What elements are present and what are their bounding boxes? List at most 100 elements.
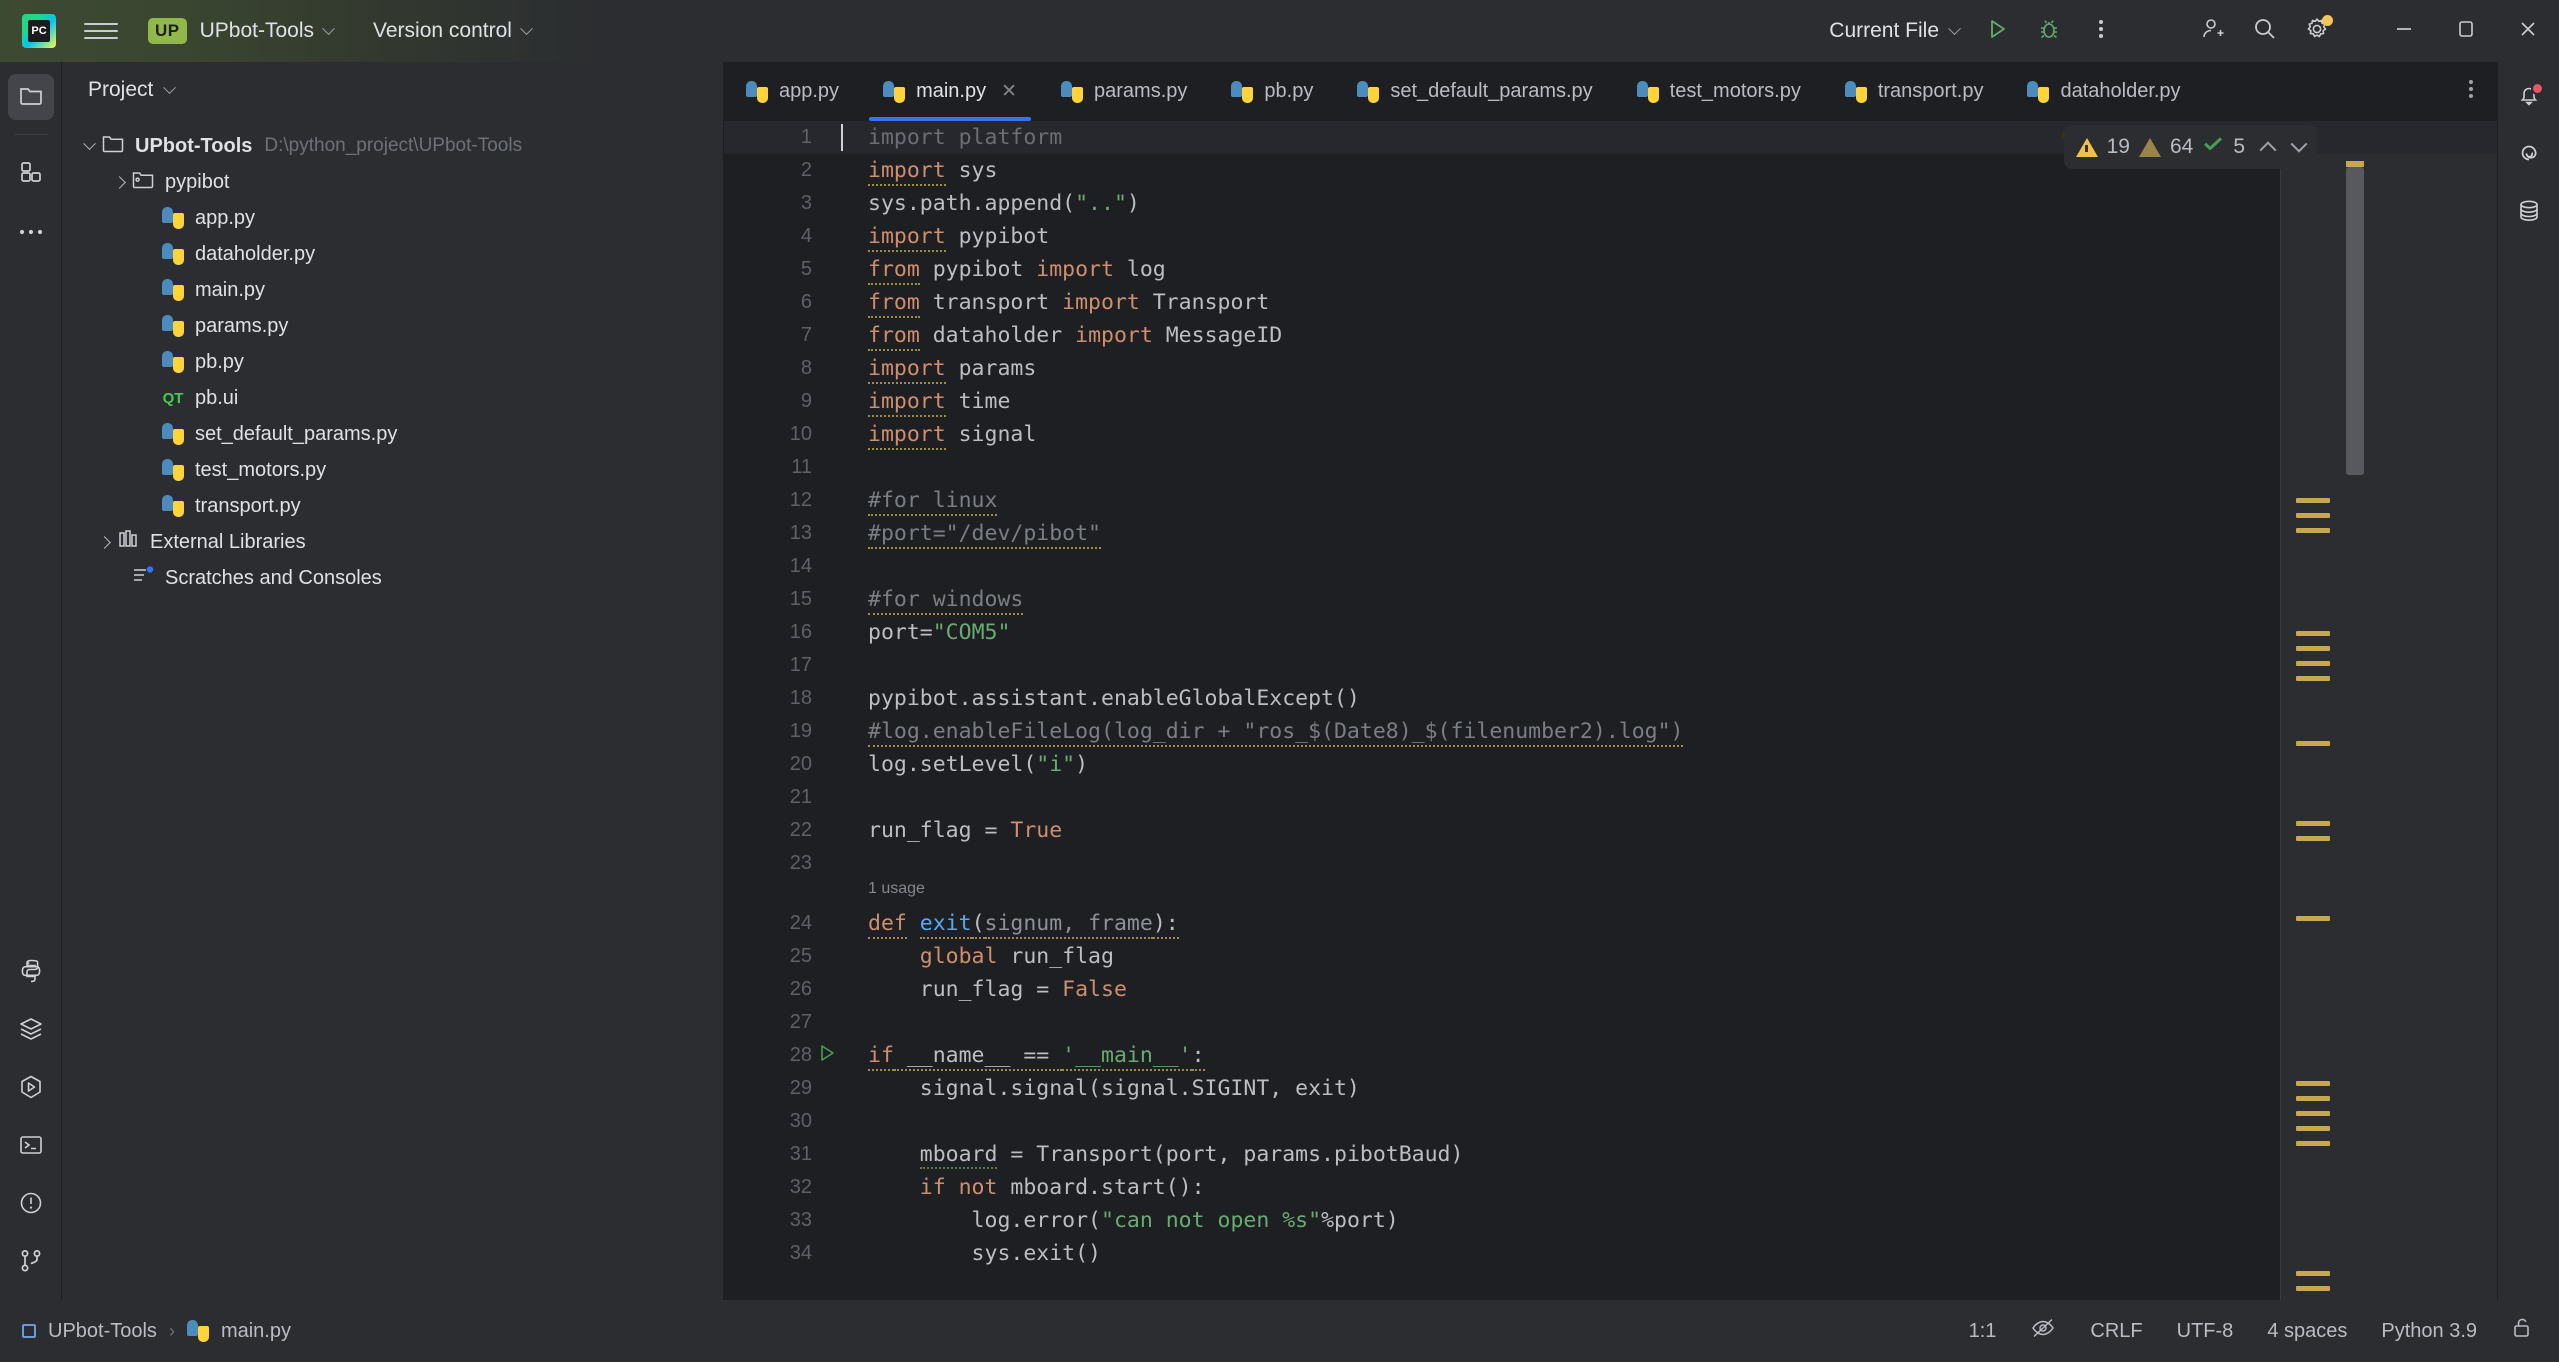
tree-item-scratches-and-consoles[interactable]: Scratches and Consoles [62,560,724,596]
file-encoding[interactable]: UTF-8 [2177,1320,2234,1343]
tab-pb-py[interactable]: pb.py [1209,62,1335,121]
usage-inlay-hint[interactable]: 1 usage [868,880,925,898]
code-line[interactable]: 19#log.enableFileLog(log_dir + "ros_$(Da… [724,715,2497,748]
search-everywhere-button[interactable] [2239,5,2291,57]
intention-lightbulb-icon[interactable] [854,158,878,182]
chevron-down-icon[interactable] [78,135,100,157]
hamburger-menu-icon[interactable] [84,14,118,48]
tree-item-pb-py[interactable]: pb.py [62,344,724,380]
tab-params-py[interactable]: params.py [1039,62,1209,121]
stripe-warning-mark[interactable] [2296,1271,2330,1276]
code-line[interactable]: 7from dataholder import MessageID [724,319,2497,352]
code-line[interactable]: 9import time [724,385,2497,418]
breadcrumb-project[interactable]: UPbot-Tools [48,1320,157,1343]
stripe-warning-mark[interactable] [2296,528,2330,533]
code-line[interactable]: 27 [724,1006,2497,1039]
code-line[interactable]: 17 [724,649,2497,682]
code-line[interactable]: 25 global run_flag [724,940,2497,973]
tree-item-set-default-params-py[interactable]: set_default_params.py [62,416,724,452]
stripe-warning-mark[interactable] [2296,1081,2330,1086]
unlocked-padlock-icon[interactable] [2511,1316,2533,1346]
sidebar-item-problems[interactable] [8,1182,54,1228]
code-line[interactable]: 16port="COM5" [724,616,2497,649]
python-interpreter[interactable]: Python 3.9 [2381,1320,2477,1343]
minimize-window-button[interactable] [2373,0,2435,62]
code-line[interactable]: 33 log.error("can not open %s"%port) [724,1204,2497,1237]
indent-setting[interactable]: 4 spaces [2267,1320,2347,1343]
code-line[interactable]: 14 [724,550,2497,583]
code-line[interactable]: 18pypibot.assistant.enableGlobalExcept() [724,682,2497,715]
sidebar-item-database[interactable] [2506,190,2552,236]
stripe-warning-mark[interactable] [2296,916,2330,921]
stripe-warning-mark[interactable] [2296,631,2330,636]
code-line[interactable]: 29 signal.signal(signal.SIGINT, exit) [724,1072,2497,1105]
tree-item-external-libraries[interactable]: External Libraries [62,524,724,560]
tree-item-transport-py[interactable]: transport.py [62,488,724,524]
code-line[interactable]: 24def exit(signum, frame): [724,907,2497,940]
stripe-warning-mark[interactable] [2296,513,2330,518]
stripe-warning-mark[interactable] [2296,1111,2330,1116]
sidebar-item-terminal[interactable] [8,1124,54,1170]
code-line[interactable]: 10import signal [724,418,2497,451]
chevron-right-icon[interactable] [108,171,130,193]
sidebar-item-version-control[interactable] [8,1240,54,1286]
stripe-warning-mark[interactable] [2296,836,2330,841]
project-switcher[interactable]: UPbot-Tools [200,19,333,43]
vertical-scrollbar-thumb[interactable] [2346,167,2364,475]
code-line[interactable]: 12#for linux [724,484,2497,517]
stripe-warning-mark[interactable] [2296,661,2330,666]
chevron-down-icon[interactable] [2291,136,2308,153]
sidebar-item-commit[interactable] [8,151,54,197]
code-line[interactable]: 23 [724,847,2497,880]
code-line[interactable]: 26 run_flag = False [724,973,2497,1006]
code-line[interactable]: 4import pypibot [724,220,2497,253]
chevron-right-icon[interactable] [93,531,115,553]
code-line[interactable]: 5from pypibot import log [724,253,2497,286]
tree-item-pypibot[interactable]: pypibot [62,164,724,200]
sidebar-item-project[interactable] [8,74,54,120]
code-line[interactable]: 21 [724,781,2497,814]
code-line[interactable]: 3sys.path.append("..") [724,187,2497,220]
debug-button[interactable] [2023,5,2075,57]
tree-item-dataholder-py[interactable]: dataholder.py [62,236,724,272]
breadcrumb-file[interactable]: main.py [221,1320,291,1343]
code-line[interactable]: 13#port="/dev/pibot" [724,517,2497,550]
stripe-warning-mark[interactable] [2296,1096,2330,1101]
stripe-warning-mark[interactable] [2296,676,2330,681]
sidebar-item-ai-assistant[interactable] [2506,132,2552,178]
run-button[interactable] [1971,5,2023,57]
tab-test-motors-py[interactable]: test_motors.py [1615,62,1823,121]
sidebar-item-run[interactable] [8,1066,54,1112]
more-run-actions-button[interactable] [2075,5,2127,57]
share-project-button[interactable] [2187,5,2239,57]
tree-item-upbot-tools[interactable]: UPbot-ToolsD:\python_project\UPbot-Tools [62,128,724,164]
tab-app-py[interactable]: app.py [724,62,861,121]
stripe-warning-mark[interactable] [2296,821,2330,826]
run-configuration-selector[interactable]: Current File [1829,19,1959,43]
code-line[interactable]: 30 [724,1105,2497,1138]
line-separator[interactable]: CRLF [2090,1320,2142,1343]
code-line[interactable]: 8import params [724,352,2497,385]
inspections-widget[interactable]: 19 64 5 [2064,125,2317,169]
tree-item-test-motors-py[interactable]: test_motors.py [62,452,724,488]
code-line[interactable]: 6from transport import Transport [724,286,2497,319]
code-line[interactable]: 15#for windows [724,583,2497,616]
tab-main-py[interactable]: main.py✕ [861,62,1039,121]
caret-position[interactable]: 1:1 [1969,1320,1997,1343]
stripe-warning-mark[interactable] [2296,646,2330,651]
code-line[interactable]: 11 [724,451,2497,484]
version-control-menu[interactable]: Version control [373,19,531,43]
code-line[interactable]: 28if __name__ == '__main__': [724,1039,2497,1072]
stripe-warning-mark[interactable] [2296,1126,2330,1131]
code-line[interactable]: 20log.setLevel("i") [724,748,2497,781]
sidebar-item-python-packages[interactable] [8,1008,54,1054]
run-gutter-icon[interactable] [817,1043,837,1069]
tabs-overflow-button[interactable] [2445,62,2497,121]
stripe-warning-mark[interactable] [2296,1141,2330,1146]
sidebar-item-python-console[interactable] [8,950,54,996]
code-line[interactable]: 32 if not mboard.start(): [724,1171,2497,1204]
tree-item-params-py[interactable]: params.py [62,308,724,344]
tree-item-main-py[interactable]: main.py [62,272,724,308]
stripe-warning-mark[interactable] [2296,741,2330,746]
tree-item-pb-ui[interactable]: QTpb.ui [62,380,724,416]
